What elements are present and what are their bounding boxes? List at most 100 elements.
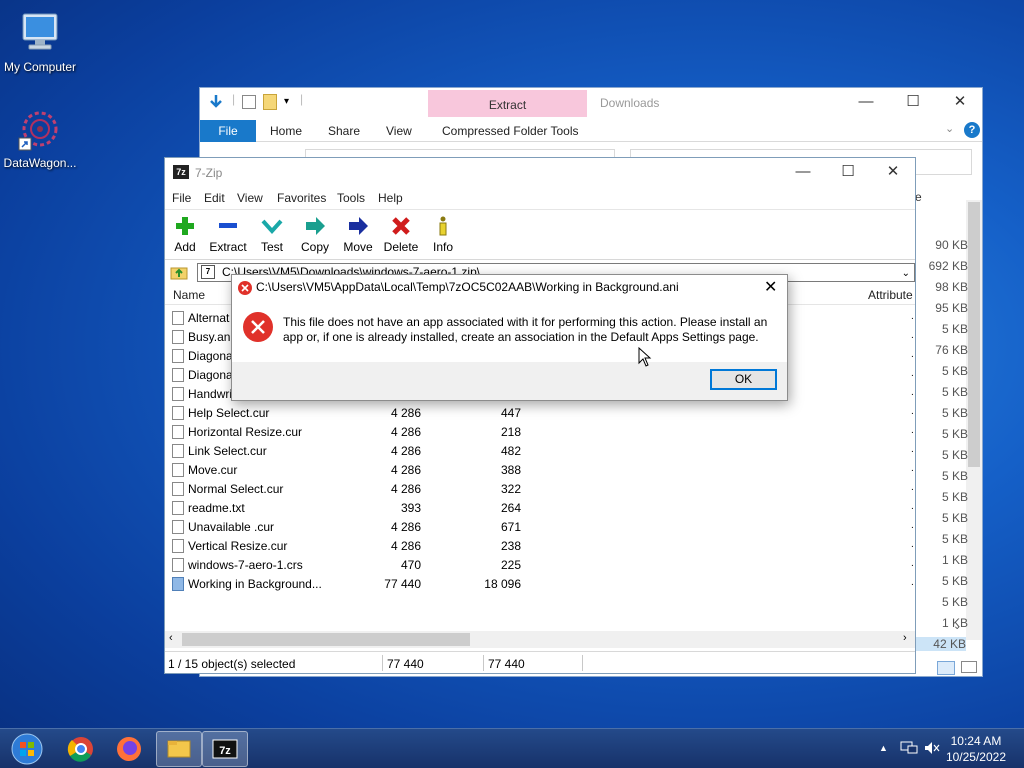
menu-help[interactable]: Help bbox=[378, 191, 403, 205]
properties-icon[interactable] bbox=[242, 95, 256, 109]
menu-file[interactable]: File bbox=[172, 191, 191, 205]
file-icon bbox=[172, 425, 184, 439]
scroll-right-icon[interactable]: › bbox=[903, 632, 907, 644]
menu-edit[interactable]: Edit bbox=[204, 191, 225, 205]
close-button[interactable]: ✕ bbox=[870, 158, 916, 188]
attribute-marker: . bbox=[911, 501, 914, 512]
menu-view[interactable]: View bbox=[237, 191, 263, 205]
file-name: Unavailable .cur bbox=[188, 520, 275, 534]
attribute-marker: . bbox=[911, 482, 914, 493]
show-hidden-icons[interactable]: ▲ bbox=[879, 743, 888, 753]
close-button[interactable]: ✕ bbox=[937, 88, 983, 118]
attribute-marker: . bbox=[911, 444, 914, 455]
copy-button[interactable]: Copy bbox=[293, 214, 337, 254]
new-folder-icon[interactable] bbox=[263, 94, 277, 110]
window-title: Downloads bbox=[600, 96, 660, 110]
test-button[interactable]: Test bbox=[250, 214, 294, 254]
file-row[interactable]: Normal Select.cur 4 286 322. bbox=[165, 480, 915, 499]
tab-compressed-folder-tools[interactable]: Compressed Folder Tools bbox=[442, 124, 579, 138]
scroll-down-icon[interactable]: ⌄ bbox=[953, 621, 961, 632]
extract-button[interactable]: Extract bbox=[206, 214, 250, 254]
taskbar-file-explorer[interactable] bbox=[156, 731, 202, 767]
ribbon-expand-icon[interactable]: ⌄ bbox=[945, 122, 954, 135]
file-icon bbox=[172, 406, 184, 420]
clock[interactable]: 10:24 AM 10/25/2022 bbox=[946, 733, 1006, 765]
help-icon[interactable]: ? bbox=[964, 122, 980, 138]
dialog-close-button[interactable]: ✕ bbox=[764, 277, 777, 297]
file-row[interactable]: Horizontal Resize.cur 4 286 218. bbox=[165, 423, 915, 442]
menu-bar: File Edit View Favorites Tools Help bbox=[165, 187, 915, 209]
file-packed-size: 447 bbox=[500, 406, 521, 420]
network-icon[interactable] bbox=[900, 741, 918, 758]
move-button[interactable]: Move bbox=[336, 214, 380, 254]
desktop-icon-my-computer[interactable]: My Computer bbox=[0, 10, 80, 74]
test-icon bbox=[250, 214, 294, 238]
attribute-marker: . bbox=[911, 349, 914, 360]
column-name[interactable]: Name bbox=[173, 288, 205, 302]
horizontal-scrollbar[interactable]: ‹ › bbox=[165, 631, 915, 648]
up-folder-icon[interactable] bbox=[170, 264, 188, 280]
error-icon bbox=[242, 311, 274, 343]
file-row[interactable]: Vertical Resize.cur 4 286 238. bbox=[165, 537, 915, 556]
large-icons-view-icon[interactable] bbox=[961, 661, 977, 673]
file-icon bbox=[172, 577, 184, 591]
taskbar-7zip[interactable]: 7z bbox=[202, 731, 248, 767]
info-icon bbox=[421, 214, 465, 238]
extract-context-tab[interactable]: Extract bbox=[428, 90, 587, 117]
explorer-scrollbar[interactable] bbox=[966, 200, 982, 640]
file-size: 4 286 bbox=[390, 425, 421, 439]
minimize-button[interactable]: — bbox=[843, 88, 889, 118]
file-size: 4 286 bbox=[390, 463, 421, 477]
file-size-cell: 90 KB bbox=[935, 238, 968, 252]
file-row[interactable]: Link Select.cur 4 286 482. bbox=[165, 442, 915, 461]
7zip-app-icon: 7z bbox=[173, 165, 189, 179]
tab-share[interactable]: Share bbox=[328, 124, 360, 138]
menu-tools[interactable]: Tools bbox=[337, 191, 365, 205]
file-size-cell: 5 KB bbox=[941, 595, 968, 609]
menu-favorites[interactable]: Favorites bbox=[277, 191, 326, 205]
attribute-marker: . bbox=[911, 406, 914, 417]
file-row[interactable]: Unavailable .cur 4 286 671. bbox=[165, 518, 915, 537]
file-name: Normal Select.cur bbox=[188, 482, 284, 496]
attribute-marker: . bbox=[911, 425, 914, 436]
scroll-left-icon[interactable]: ‹ bbox=[169, 632, 173, 644]
tab-view[interactable]: View bbox=[386, 124, 412, 138]
info-button[interactable]: Info bbox=[421, 214, 465, 254]
file-size-cell: 5 KB bbox=[941, 511, 968, 525]
desktop-icon-datawagon[interactable]: DataWagon... bbox=[0, 106, 80, 170]
quick-access-down-icon[interactable] bbox=[208, 94, 224, 110]
file-row[interactable]: windows-7-aero-1.crs 470 225. bbox=[165, 556, 915, 575]
maximize-button[interactable]: ☐ bbox=[825, 158, 871, 188]
taskbar-chrome[interactable] bbox=[58, 731, 104, 767]
delete-button[interactable]: Delete bbox=[379, 214, 423, 254]
add-button[interactable]: Add bbox=[163, 214, 207, 254]
firefox-icon bbox=[117, 737, 141, 761]
file-packed-size: 18 096 bbox=[484, 577, 521, 591]
file-name: Help Select.cur bbox=[188, 406, 270, 420]
quick-access-dropdown-icon[interactable]: ▾ bbox=[284, 96, 289, 107]
attribute-marker: . bbox=[911, 311, 914, 322]
minimize-button[interactable]: — bbox=[780, 158, 826, 188]
column-attributes[interactable]: Attribute bbox=[868, 288, 913, 302]
tab-home[interactable]: Home bbox=[270, 124, 302, 138]
file-row[interactable]: readme.txt 393 264. bbox=[165, 499, 915, 518]
ok-button[interactable]: OK bbox=[710, 369, 777, 390]
add-icon bbox=[163, 214, 207, 238]
tab-file[interactable]: File bbox=[200, 120, 256, 142]
file-row[interactable]: Help Select.cur 4 286 447. bbox=[165, 404, 915, 423]
window-title: 7-Zip bbox=[195, 166, 223, 180]
taskbar-firefox[interactable] bbox=[106, 731, 152, 767]
details-view-icon[interactable] bbox=[937, 661, 955, 675]
path-dropdown-icon[interactable]: ⌄ bbox=[902, 265, 910, 282]
start-button[interactable] bbox=[4, 731, 50, 767]
file-row[interactable]: Move.cur 4 286 388. bbox=[165, 461, 915, 480]
file-name: Alternat bbox=[188, 311, 230, 325]
file-size-cell: 98 KB bbox=[935, 280, 968, 294]
volume-muted-icon[interactable] bbox=[924, 741, 940, 758]
explorer-titlebar: | ▾ | Extract Downloads — ☐ ✕ bbox=[200, 88, 982, 120]
file-size-cell: 5 KB bbox=[941, 574, 968, 588]
scroll-thumb[interactable] bbox=[182, 633, 470, 646]
maximize-button[interactable]: ☐ bbox=[890, 88, 936, 118]
file-name: Link Select.cur bbox=[188, 444, 267, 458]
file-row[interactable]: Working in Background... 77 440 18 096. bbox=[165, 575, 915, 594]
